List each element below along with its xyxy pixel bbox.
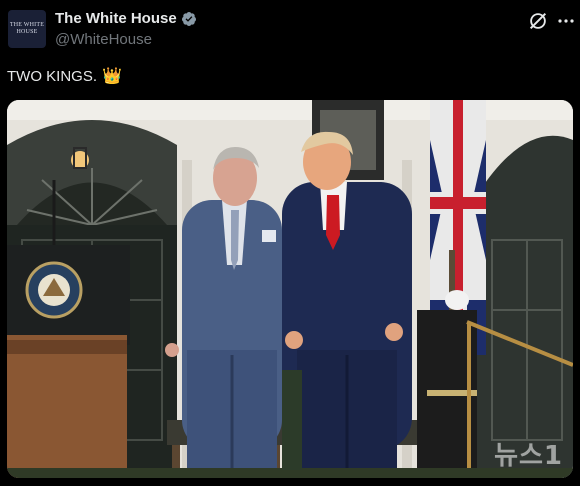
handle[interactable]: @WhiteHouse [55, 31, 152, 48]
crown-emoji: 👑 [102, 68, 122, 85]
post-photo[interactable]: 뉴스1 [7, 100, 573, 478]
post-text-body: TWO KINGS. [7, 67, 97, 85]
verified-badge-icon [181, 11, 196, 26]
display-name[interactable]: The White House [55, 10, 177, 27]
avatar[interactable]: THE WHITE HOUSE [8, 10, 46, 48]
name-row: The White House [55, 10, 197, 27]
more-icon[interactable] [557, 10, 575, 32]
photo-illustration [7, 100, 573, 478]
post-header: THE WHITE HOUSE The White House @WhiteHo… [0, 0, 580, 58]
news-watermark: 뉴스1 [494, 441, 563, 471]
post-text: TWO KINGS. 👑 [7, 66, 122, 86]
grok-icon[interactable] [527, 10, 549, 32]
avatar-text: THE WHITE HOUSE [9, 22, 45, 35]
